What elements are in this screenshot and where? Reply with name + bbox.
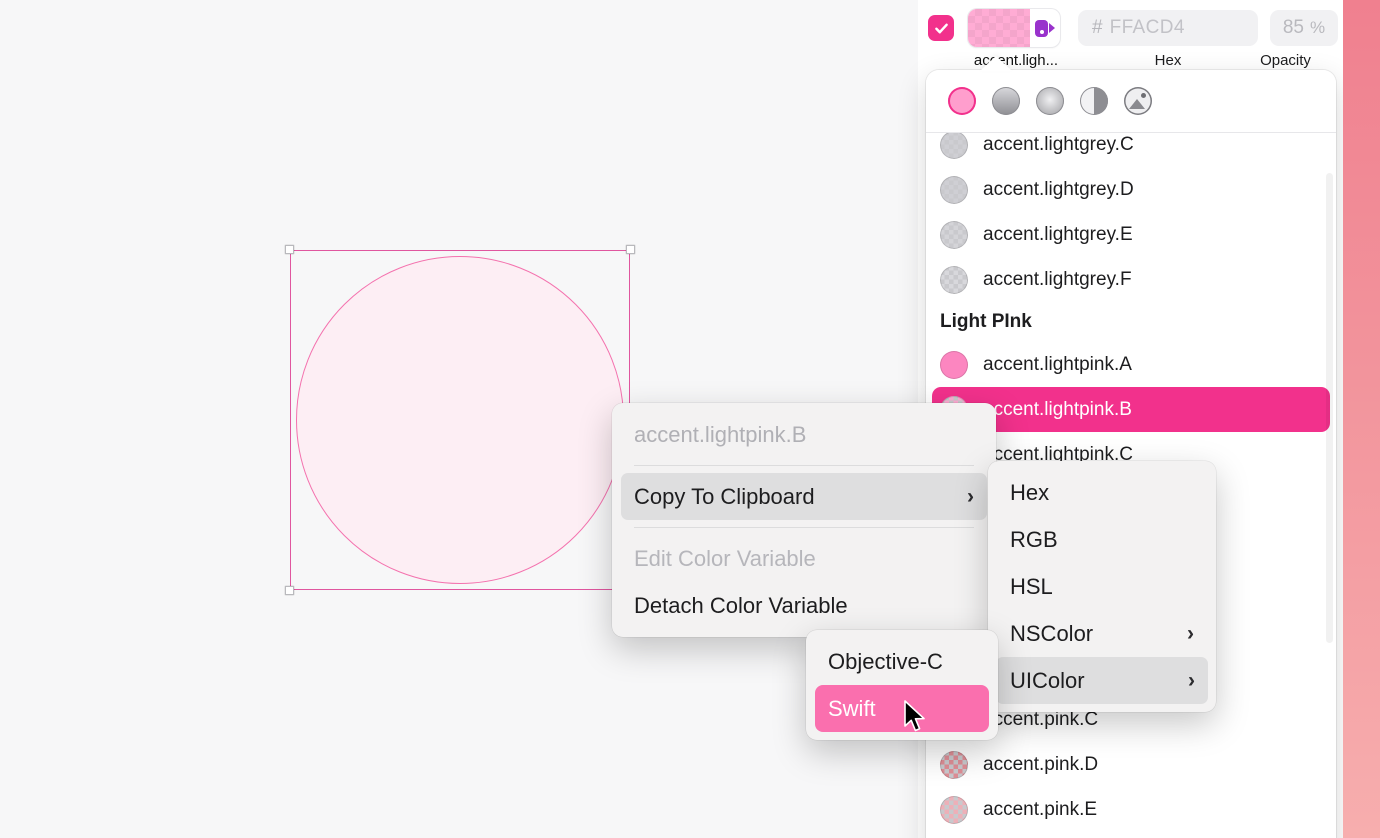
hex-label: Hex bbox=[1118, 52, 1218, 69]
language-submenu: Objective-C Swift bbox=[806, 630, 998, 740]
fill-mode-selector bbox=[926, 70, 1336, 133]
menu-item-edit-color-variable: Edit Color Variable bbox=[612, 535, 996, 582]
angular-gradient-icon[interactable] bbox=[1080, 87, 1108, 115]
resize-handle-top-right[interactable] bbox=[626, 245, 635, 254]
opacity-input[interactable]: 85 % bbox=[1270, 10, 1338, 46]
color-variable-name: accent.lightgrey.D bbox=[983, 179, 1134, 201]
color-swatch-icon bbox=[940, 221, 968, 249]
menu-item-rgb[interactable]: RGB bbox=[988, 516, 1216, 563]
menu-item-label: HSL bbox=[1010, 574, 1053, 600]
color-variable-name: accent.lightgrey.E bbox=[983, 224, 1133, 246]
swatch-color-preview bbox=[968, 9, 1030, 47]
context-menu-title: accent.lightpink.B bbox=[612, 411, 996, 458]
hex-prefix: # bbox=[1092, 17, 1103, 39]
menu-item-hex[interactable]: Hex bbox=[988, 469, 1216, 516]
checkmark-icon bbox=[933, 20, 950, 37]
hex-input[interactable]: # FFACD4 bbox=[1078, 10, 1258, 46]
color-variable-name: accent.lightpink.A bbox=[983, 354, 1132, 376]
color-variable-name: accent.pink.D bbox=[983, 754, 1098, 776]
image-fill-icon[interactable] bbox=[1124, 87, 1152, 115]
color-variable-row[interactable]: accent.lightgrey.E bbox=[926, 212, 1336, 257]
menu-item-label: RGB bbox=[1010, 527, 1058, 553]
color-context-menu: accent.lightpink.B Copy To Clipboard › E… bbox=[612, 403, 996, 637]
linear-gradient-icon[interactable] bbox=[992, 87, 1020, 115]
chevron-right-icon: › bbox=[1187, 622, 1194, 646]
menu-item-nscolor[interactable]: NSColor › bbox=[988, 610, 1216, 657]
menu-item-uicolor[interactable]: UIColor › bbox=[996, 657, 1208, 704]
color-group-header: Light PInk bbox=[926, 302, 1336, 342]
menu-item-hsl[interactable]: HSL bbox=[988, 563, 1216, 610]
radial-gradient-icon[interactable] bbox=[1036, 87, 1064, 115]
menu-item-label: Objective-C bbox=[828, 649, 943, 675]
menu-separator bbox=[634, 527, 974, 528]
menu-item-label: Swift bbox=[828, 696, 876, 722]
popover-tail bbox=[980, 56, 1012, 71]
menu-item-label: NSColor bbox=[1010, 621, 1093, 647]
fill-enabled-checkbox[interactable] bbox=[928, 15, 954, 41]
color-variable-name: accent.lightpink.B bbox=[983, 399, 1132, 421]
color-variable-name: accent.lightgrey.C bbox=[983, 134, 1134, 156]
menu-separator bbox=[634, 465, 974, 466]
color-variable-name: accent.pink.E bbox=[983, 799, 1097, 821]
color-variable-row[interactable]: accent.pink.D bbox=[926, 742, 1336, 787]
color-swatch-button[interactable] bbox=[968, 9, 1060, 47]
opacity-label: Opacity bbox=[1238, 52, 1333, 69]
menu-item-label: UIColor bbox=[1010, 668, 1085, 694]
menu-item-label: Hex bbox=[1010, 480, 1049, 506]
color-variable-row[interactable]: accent.pink.E bbox=[926, 787, 1336, 832]
menu-item-label: Edit Color Variable bbox=[634, 546, 816, 572]
hex-value: FFACD4 bbox=[1110, 17, 1185, 39]
resize-handle-top-left[interactable] bbox=[285, 245, 294, 254]
menu-item-copy-to-clipboard[interactable]: Copy To Clipboard › bbox=[621, 473, 987, 520]
menu-item-label: Detach Color Variable bbox=[634, 593, 848, 619]
scrollbar-thumb[interactable] bbox=[1326, 173, 1333, 643]
color-swatch-icon bbox=[940, 176, 968, 204]
opacity-value: 85 bbox=[1283, 17, 1304, 39]
copy-format-submenu: Hex RGB HSL NSColor › UIColor › bbox=[988, 461, 1216, 712]
color-variable-row[interactable]: accent.lightgrey.D bbox=[926, 167, 1336, 212]
menu-item-objective-c[interactable]: Objective-C bbox=[806, 638, 998, 685]
ellipse-shape[interactable] bbox=[296, 256, 624, 584]
color-swatch-icon bbox=[940, 751, 968, 779]
color-swatch-icon bbox=[940, 351, 968, 379]
background-window-edge bbox=[1343, 0, 1380, 838]
list-scrollbar[interactable] bbox=[1325, 133, 1334, 838]
menu-item-swift[interactable]: Swift bbox=[815, 685, 989, 732]
chevron-right-icon: › bbox=[967, 485, 974, 509]
color-variable-badge-icon bbox=[1030, 9, 1060, 47]
opacity-unit: % bbox=[1310, 18, 1325, 38]
menu-item-label: Copy To Clipboard bbox=[634, 484, 815, 510]
solid-fill-icon[interactable] bbox=[948, 87, 976, 115]
resize-handle-bottom-left[interactable] bbox=[285, 586, 294, 595]
fill-controls-row: # FFACD4 85 % bbox=[928, 8, 1333, 48]
color-variable-row[interactable]: accent.lightpink.A bbox=[926, 342, 1336, 387]
variable-name-label: accent.ligh... bbox=[954, 52, 1078, 69]
chevron-right-icon: › bbox=[1188, 669, 1195, 693]
menu-item-detach-color-variable[interactable]: Detach Color Variable bbox=[612, 582, 996, 629]
color-swatch-icon bbox=[940, 133, 968, 159]
color-variable-name: accent.lightgrey.F bbox=[983, 269, 1132, 291]
color-swatch-icon bbox=[940, 266, 968, 294]
selected-shape[interactable] bbox=[290, 250, 630, 590]
color-swatch-icon bbox=[940, 796, 968, 824]
app-root: # FFACD4 85 % accent.ligh... Hex Opacity bbox=[0, 0, 1380, 838]
color-variable-row[interactable]: accent.lightgrey.C bbox=[926, 133, 1336, 167]
color-variable-row[interactable]: accent.lightgrey.F bbox=[926, 257, 1336, 302]
